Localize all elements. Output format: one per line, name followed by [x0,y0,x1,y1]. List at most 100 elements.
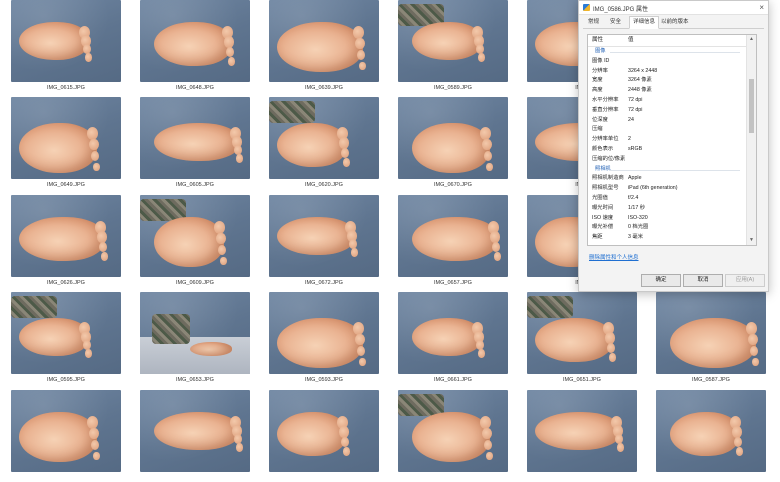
tab-details[interactable]: 详细信息 [629,16,660,29]
scroll-up-icon[interactable]: ▲ [747,35,756,44]
thumbnail-tile[interactable]: IMG_0657.JPG [398,195,508,287]
property-value: ISO-320 [628,214,648,221]
details-row[interactable]: 分辨率单位 2 [588,135,746,145]
property-value: sRGB [628,145,643,152]
ok-button[interactable]: 确定 [641,274,681,287]
photo-thumbnail [398,195,508,277]
apply-button[interactable]: 应用(A) [725,274,765,287]
photo-thumbnail [398,390,508,472]
thumbnail-caption: IMG_0648.JPG [176,85,214,91]
thumbnail-tile[interactable]: IMG_0661.JPG [398,292,508,384]
scrollbar-thumb[interactable] [749,79,754,133]
thumbnail-tile[interactable] [527,390,637,482]
property-name: 压缩 [592,126,603,133]
thumbnail-caption: IMG_0639.JPG [305,85,343,91]
remove-properties-link[interactable]: 删除属性和个人信息 [589,253,639,261]
thumbnail-tile[interactable]: IMG_0670.JPG [398,97,508,189]
thumbnail-tile[interactable]: IMG_0609.JPG [140,195,250,287]
property-name: 图像 ID [592,57,610,64]
details-section-header[interactable]: 图像 [588,47,746,57]
thumbnail-tile[interactable]: IMG_0653.JPG [140,292,250,384]
thumbnail-caption: IMG_0661.JPG [434,377,472,383]
thumbnail-tile[interactable]: IMG_0615.JPG [11,0,121,92]
photo-thumbnail [269,0,379,82]
image-file-icon [583,4,590,11]
thumbnail-caption: IMG_0587.JPG [692,377,730,383]
tab-previous-versions[interactable]: 以前的版本 [658,17,692,28]
details-row[interactable]: 曝光时间 1/17 秒 [588,204,746,214]
details-row[interactable]: 颜色表示 sRGB [588,145,746,155]
photo-thumbnail [140,97,250,179]
property-name: ISO 速度 [592,214,614,221]
details-row[interactable]: 照相机型号 iPad (6th generation) [588,184,746,194]
details-row[interactable]: 压缩的位/像素 [588,155,746,165]
details-row[interactable]: 高度 2448 像素 [588,86,746,96]
thumbnail-tile[interactable]: IMG_0595.JPG [11,292,121,384]
tab-bar: 常规 安全 详细信息 以前的版本 [583,16,764,29]
thumbnail-caption: IMG_0670.JPG [434,182,472,188]
thumbnail-tile[interactable]: IMG_0605.JPG [140,97,250,189]
details-row[interactable]: 宽度 3264 像素 [588,76,746,86]
thumbnail-tile[interactable]: IMG_0672.JPG [269,195,379,287]
details-row[interactable]: 位深度 24 [588,116,746,126]
details-row[interactable]: 曝光补偿 0 档光圈 [588,223,746,233]
property-name: 垂直分辨率 [592,106,619,113]
photo-thumbnail [656,390,766,472]
details-row[interactable]: 垂直分辨率 72 dpi [588,106,746,116]
property-value: 1/17 秒 [628,204,646,211]
details-list: 属性 值 图像图像 ID 分辨率 3264 x 2448 宽度 3264 像素 高度 244… [587,34,757,246]
close-icon[interactable]: × [759,3,764,12]
photo-thumbnail [11,292,121,374]
photo-thumbnail [527,390,637,472]
property-name: 颜色表示 [592,145,614,152]
thumbnail-tile[interactable]: IMG_0587.JPG [656,292,766,384]
property-name: 高度 [592,87,603,94]
thumbnail-tile[interactable] [11,390,121,482]
thumbnail-tile[interactable]: IMG_0651.JPG [527,292,637,384]
column-header-property[interactable]: 属性 [592,35,603,46]
property-name: 图像 [595,48,606,54]
property-name: 宽度 [592,77,603,84]
thumbnail-tile[interactable]: IMG_0639.JPG [269,0,379,92]
photo-thumbnail [269,97,379,179]
scroll-down-icon[interactable]: ▼ [747,236,756,245]
thumbnail-caption: IMG_0649.JPG [47,182,85,188]
thumbnail-caption: IMG_0589.JPG [434,85,472,91]
thumbnail-tile[interactable]: IMG_0589.JPG [398,0,508,92]
tab-security[interactable]: 安全 [607,17,624,28]
thumbnail-tile[interactable]: IMG_0620.JPG [269,97,379,189]
details-row[interactable]: ISO 速度 ISO-320 [588,214,746,224]
property-name: 位深度 [592,116,608,123]
property-name: 曝光补偿 [592,224,614,231]
details-row[interactable]: 光圈值 f/2.4 [588,194,746,204]
thumbnail-tile[interactable] [140,390,250,482]
photo-thumbnail [11,195,121,277]
property-value: 3 毫米 [628,234,644,241]
details-row[interactable]: 压缩 [588,125,746,135]
thumbnail-caption: IMG_0657.JPG [434,280,472,286]
thumbnail-tile[interactable]: IMG_0593.JPG [269,292,379,384]
details-section-header[interactable]: 照相机 [588,165,746,175]
thumbnail-tile[interactable]: IMG_0649.JPG [11,97,121,189]
cancel-button[interactable]: 取消 [683,274,723,287]
photo-thumbnail [140,390,250,472]
thumbnail-tile[interactable] [269,390,379,482]
details-row[interactable]: 分辨率 3264 x 2448 [588,67,746,77]
photo-thumbnail [11,97,121,179]
thumbnail-tile[interactable]: IMG_0626.JPG [11,195,121,287]
thumbnail-tile[interactable]: IMG_0648.JPG [140,0,250,92]
column-header-value[interactable]: 值 [628,35,634,46]
property-name: 光圈值 [592,194,608,201]
property-value: 72 dpi [628,106,643,113]
details-row[interactable]: 照相机制造商 Apple [588,174,746,184]
thumbnail-tile[interactable] [656,390,766,482]
thumbnail-tile[interactable] [398,390,508,482]
tab-general[interactable]: 常规 [585,17,602,28]
details-row[interactable]: 焦距 3 毫米 [588,233,746,243]
details-row[interactable]: 图像 ID [588,57,746,67]
details-row[interactable]: 水平分辨率 72 dpi [588,96,746,106]
property-name: 分辨率单位 [592,136,619,143]
vertical-scrollbar[interactable]: ▲ ▼ [746,35,756,245]
properties-dialog: IMG_0586.JPG 属性 × 常规 安全 详细信息 以前的版本 属性 值 … [578,0,769,292]
property-name: 水平分辨率 [592,96,619,103]
